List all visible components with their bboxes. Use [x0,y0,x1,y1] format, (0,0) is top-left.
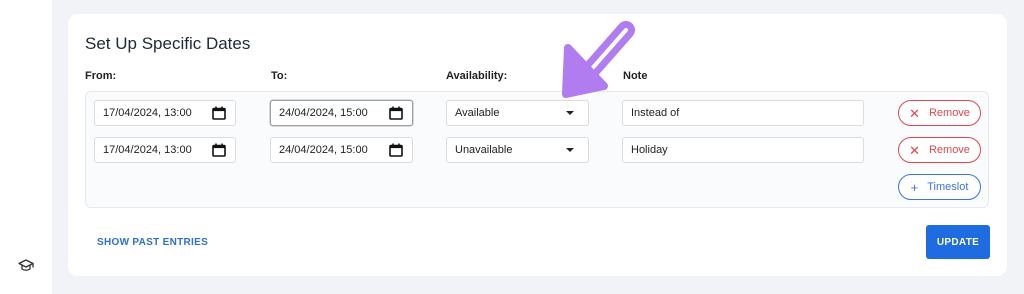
from-datetime-input[interactable]: 17/04/2024, 13:00 [94,137,236,163]
left-rail [0,0,52,294]
availability-column-label: Availability: [446,70,508,82]
remove-label: Remove [928,144,970,156]
add-timeslot-button[interactable]: + Timeslot [898,174,981,200]
date-entries-list: 17/04/2024, 13:00 24/04/2024, 15:00 Avai… [85,91,989,208]
availability-value: Available [455,107,500,119]
note-input[interactable]: Holiday [622,137,864,163]
dropdown-caret-icon [566,148,574,152]
plus-icon: + [910,179,919,195]
specific-dates-card: Set Up Specific Dates From: To: Availabi… [68,14,1007,276]
note-input[interactable]: Instead of [622,100,864,126]
from-datetime-input[interactable]: 17/04/2024, 13:00 [94,100,236,126]
card-title: Set Up Specific Dates [85,34,251,53]
calendar-icon[interactable] [389,106,403,120]
calendar-icon[interactable] [212,106,226,120]
calendar-icon[interactable] [212,143,226,157]
note-value: Instead of [631,107,680,119]
update-button[interactable]: UPDATE [926,225,990,259]
remove-row-button[interactable]: ✕ Remove [898,137,981,163]
remove-row-button[interactable]: ✕ Remove [898,100,981,126]
show-past-entries-link[interactable]: SHOW PAST ENTRIES [97,237,208,248]
to-datetime-value: 24/04/2024, 15:00 [279,107,368,119]
annotation-arrow-icon [562,21,635,98]
close-icon: ✕ [909,105,920,121]
to-datetime-input[interactable]: 24/04/2024, 15:00 [270,137,413,163]
from-datetime-value: 17/04/2024, 13:00 [103,107,192,119]
from-column-label: From: [85,70,117,82]
calendar-icon[interactable] [389,143,403,157]
to-column-label: To: [271,70,288,82]
close-icon: ✕ [909,142,920,158]
graduation-cap-icon[interactable] [17,258,35,274]
remove-label: Remove [928,107,970,119]
availability-value: Unavailable [455,144,513,156]
availability-select[interactable]: Available [446,100,589,126]
to-datetime-input[interactable]: 24/04/2024, 15:00 [270,100,413,126]
to-datetime-value: 24/04/2024, 15:00 [279,144,368,156]
from-datetime-value: 17/04/2024, 13:00 [103,144,192,156]
note-value: Holiday [631,144,668,156]
dropdown-caret-icon [566,111,574,115]
content-area: Set Up Specific Dates From: To: Availabi… [52,0,1024,294]
timeslot-label: Timeslot [927,181,969,193]
availability-select[interactable]: Unavailable [446,137,589,163]
